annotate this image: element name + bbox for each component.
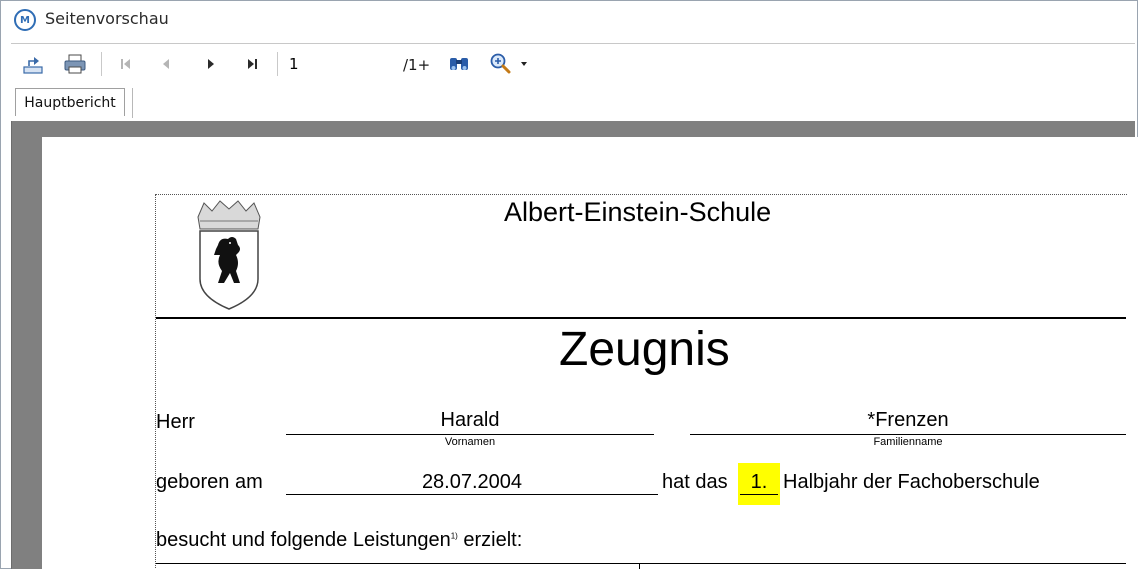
report-page: Albert-Einstein-Schule Zeugnis Herr Hara… [42, 137, 1138, 569]
last-page-icon [248, 59, 257, 69]
preview-canvas[interactable]: Albert-Einstein-Schule Zeugnis Herr Hara… [11, 121, 1138, 569]
find-button[interactable] [447, 52, 471, 76]
print-button[interactable] [63, 52, 87, 76]
zoom-icon [490, 53, 527, 74]
berlin-crest-icon [197, 200, 261, 310]
last-page-button[interactable] [240, 52, 264, 76]
prev-page-icon [163, 59, 169, 69]
next-page-icon [208, 59, 214, 69]
toolbar-separator [277, 52, 278, 76]
export-icon [23, 57, 43, 74]
salutation: Herr [156, 411, 195, 433]
prev-page-button[interactable] [154, 52, 178, 76]
table-top-rule [156, 563, 1126, 564]
last-name-value: *Frenzen [867, 409, 949, 431]
toolbar: /1+ [11, 43, 1135, 83]
next-page-button[interactable] [199, 52, 223, 76]
m-logo-icon: M [14, 9, 36, 31]
title-bar: M Seitenvorschau [1, 1, 1137, 39]
preview-window: M Seitenvorschau 1 /1+ Hauptbericht Albe… [0, 0, 1138, 569]
tab-hauptbericht[interactable]: Hauptbericht [15, 88, 125, 116]
last-name-underline [690, 434, 1126, 435]
header-rule [156, 317, 1126, 319]
toolbar-separator [101, 52, 102, 76]
half-year-value: 1. [750, 471, 768, 493]
first-name-underline [286, 434, 654, 435]
birth-date-underline [286, 494, 658, 495]
report-frame [155, 194, 1127, 569]
attended-text: besucht und folgende Leistungen [156, 529, 451, 551]
binoculars-icon [450, 58, 468, 70]
first-page-icon [121, 59, 130, 69]
page-total-label: /1+ [403, 56, 431, 74]
report-title: Zeugnis [559, 323, 730, 376]
zoom-button[interactable] [487, 52, 533, 76]
first-name-value: Harald [440, 409, 500, 431]
first-name-caption: Vornamen [444, 436, 496, 448]
footnote-mark: 1) [450, 531, 458, 541]
print-icon [64, 54, 86, 74]
has-the-label: hat das [662, 471, 728, 493]
last-name-caption: Familienname [873, 436, 943, 448]
half-year-underline [740, 494, 778, 495]
school-name: Albert-Einstein-Schule [504, 197, 772, 227]
page-number-input[interactable] [286, 50, 400, 78]
first-page-button[interactable] [114, 52, 138, 76]
half-year-text: Halbjahr der Fachoberschule [783, 471, 1040, 493]
report-tabs: Hauptbericht [11, 85, 1135, 121]
export-button[interactable] [21, 52, 45, 76]
performance-text: besucht und folgende Leistungen1) erziel… [156, 529, 522, 552]
achieved-text: erzielt: [463, 529, 523, 551]
born-label: geboren am [156, 471, 263, 493]
birth-date-value: 28.07.2004 [421, 471, 523, 493]
tab-divider [132, 88, 133, 118]
table-column-divider [639, 563, 640, 569]
window-title: Seitenvorschau [45, 9, 169, 28]
